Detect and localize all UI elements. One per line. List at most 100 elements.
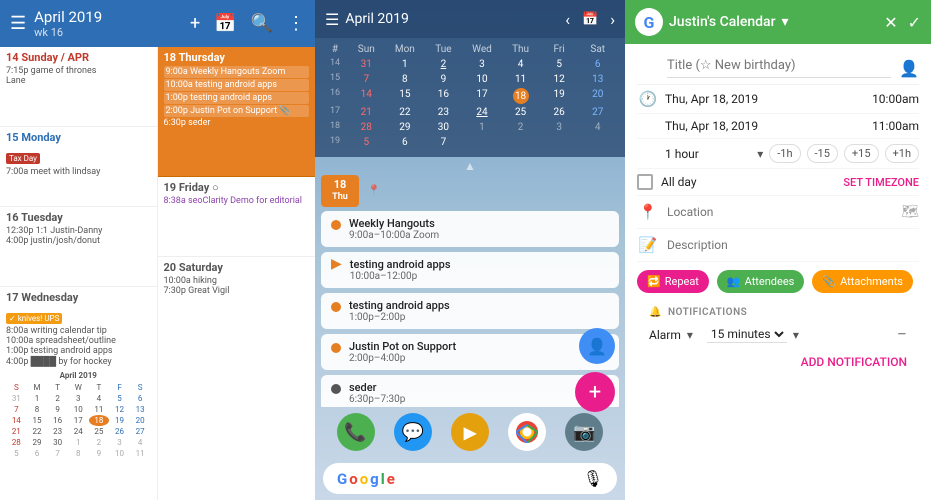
event-dot-4 <box>331 343 341 353</box>
menu-icon[interactable]: ☰ <box>10 13 26 34</box>
mid-header: ☰ April 2019 ‹ 📅 › <box>315 0 625 38</box>
fab-buttons: 👤 + <box>575 328 615 412</box>
right-panel: G Justin's Calendar ▾ ✕ ✓ 👤 🕐 Thu, Apr 1… <box>625 0 931 500</box>
plus-1h-button[interactable]: +1h <box>885 144 919 163</box>
messages-app-icon[interactable]: 💬 <box>394 413 432 451</box>
person-icon: 👤 <box>899 59 919 78</box>
month-week-18: 18 28 29 30 1 2 3 4 <box>323 121 617 134</box>
event-dot-5 <box>331 384 341 394</box>
day-19-event-1: 8:38a seoClarity Demo for editorial <box>164 196 310 206</box>
location-icon: 📍 <box>637 203 659 221</box>
location-pin: 📍 <box>367 184 619 197</box>
event-card-2[interactable]: ▶ testing android apps 10:00a–12:00p <box>321 252 619 288</box>
phone-app-icon[interactable]: 📞 <box>337 413 375 451</box>
title-input[interactable] <box>667 58 891 78</box>
search-bar[interactable]: G o o g l e 🎙 <box>323 463 617 494</box>
alarm-dropdown-icon[interactable]: ▾ <box>687 328 693 342</box>
location-row: 📍 🗺 <box>637 196 919 229</box>
location-input[interactable] <box>667 205 893 219</box>
left-header-sub: wk 16 <box>34 26 102 39</box>
end-time[interactable]: 11:00am <box>872 119 919 133</box>
attendees-icon: 👥 <box>727 275 741 288</box>
mini-cal-grid: SMTWTFS 31123456 78910111213 14151617181… <box>6 382 151 459</box>
description-input[interactable] <box>667 238 919 252</box>
search-button[interactable]: 🔍 <box>251 13 273 34</box>
google-assistant-icon[interactable]: 🎙 <box>583 469 603 488</box>
day-thursday[interactable]: 18 Thursday 9:00a Weekly Hangouts Zoom 1… <box>158 47 316 177</box>
month-week-16: 16 14 15 16 17 18 19 20 <box>323 88 617 104</box>
calendar-chevron-icon[interactable]: ▾ <box>782 14 789 30</box>
day-18-event-1: 9:00a Weekly Hangouts Zoom <box>164 66 310 78</box>
week-grid: 14 Sunday / APR 7:15p game of thrones La… <box>0 47 315 500</box>
start-time[interactable]: 10:00am <box>872 92 919 106</box>
attendees-button[interactable]: 👥 Attendees <box>717 270 804 293</box>
fab-add-button[interactable]: + <box>575 372 615 412</box>
collapse-handle[interactable]: ▲ <box>321 157 619 175</box>
event-card-1[interactable]: Weekly Hangouts 9:00a–10:00a Zoom <box>321 211 619 247</box>
day-saturday[interactable]: 20 Saturday 10:00a hiking 7:30p Great Vi… <box>158 257 316 500</box>
remove-alarm-button[interactable]: − <box>897 324 907 345</box>
plex-app-icon[interactable]: ▶ <box>451 413 489 451</box>
attendees-label: Attendees <box>745 275 795 288</box>
left-panel: ☰ April 2019 wk 16 + 📅 🔍 ⋮ 14 Sunday / A… <box>0 0 315 500</box>
end-datetime-row: Thu, Apr 18, 2019 11:00am <box>637 114 919 139</box>
more-options-button[interactable]: ⋮ <box>287 13 305 34</box>
map-icon: 🗺 <box>901 204 919 220</box>
close-button[interactable]: ✕ <box>884 13 897 32</box>
allday-row: All day SET TIMEZONE <box>637 169 919 196</box>
alarm-label: Alarm <box>649 328 681 342</box>
chrome-app-icon[interactable] <box>508 413 546 451</box>
duration-row: 1 hour ▾ -1h -15 +15 +1h <box>637 139 919 169</box>
duration-dropdown-icon[interactable]: ▾ <box>757 147 763 161</box>
alarm-time-select[interactable]: 15 minutes 30 minutes 1 hour <box>707 326 787 343</box>
event-card-3-title: testing android apps <box>349 299 450 312</box>
mini-cal-title: April 2019 <box>6 371 151 380</box>
day-monday[interactable]: 15 Monday Tax Day 7:00a meet with lindsa… <box>0 127 157 207</box>
app-icons-row: 📞 💬 ▶ 📷 <box>315 407 625 457</box>
end-date[interactable]: Thu, Apr 18, 2019 <box>665 119 758 133</box>
alarm-time-dropdown[interactable]: ▾ <box>793 328 799 342</box>
day-18-event-3: 1:00p testing android apps <box>164 92 310 104</box>
day-friday[interactable]: 19 Friday ○ 8:38a seoClarity Demo for ed… <box>158 177 316 257</box>
day-14-event-2: Lane <box>6 76 151 86</box>
day-tuesday[interactable]: 16 Tuesday 12:30p 1:1 Justin-Danny 4:00p… <box>0 207 157 287</box>
day-17-event-1: 8:00a writing calendar tip <box>6 326 151 336</box>
day-20-label: 20 Saturday <box>164 261 310 274</box>
timezone-button[interactable]: SET TIMEZONE <box>843 176 919 189</box>
right-header: G Justin's Calendar ▾ ✕ ✓ <box>625 0 931 44</box>
minus-15-button[interactable]: -15 <box>807 144 838 163</box>
event-card-3[interactable]: testing android apps 1:00p–2:00p <box>321 293 619 329</box>
camera-app-icon[interactable]: 📷 <box>565 413 603 451</box>
left-header-left: ☰ April 2019 wk 16 <box>10 8 102 39</box>
mid-menu-icon[interactable]: ☰ <box>325 10 339 29</box>
bell-icon: 🔔 <box>649 307 662 318</box>
plus-15-button[interactable]: +15 <box>844 144 879 163</box>
mid-prev-icon[interactable]: ‹ <box>565 10 570 29</box>
notifications-section: 🔔 NOTIFICATIONS Alarm ▾ 15 minutes 30 mi… <box>637 301 919 381</box>
event-dot-1 <box>331 220 341 230</box>
mid-next-icon[interactable]: › <box>610 10 615 29</box>
middle-panel: ☰ April 2019 ‹ 📅 › # Sun Mon Tue Wed Thu… <box>315 0 625 500</box>
calendar-view-button[interactable]: 📅 <box>214 13 236 34</box>
left-col-2: 18 Thursday 9:00a Weekly Hangouts Zoom 1… <box>158 47 316 500</box>
start-datetime-row: 🕐 Thu, Apr 18, 2019 10:00am <box>637 85 919 114</box>
alarm-row: Alarm ▾ 15 minutes 30 minutes 1 hour ▾ − <box>649 324 907 345</box>
add-event-button[interactable]: + <box>190 13 200 34</box>
mid-cal-icon[interactable]: 📅 <box>582 12 598 27</box>
day-wednesday[interactable]: 17 Wednesday ✓ knives! UPS 8:00a writing… <box>0 287 157 500</box>
day-17-knives: ✓ knives! UPS <box>6 306 151 325</box>
minus-1h-button[interactable]: -1h <box>769 144 800 163</box>
day-sunday[interactable]: 14 Sunday / APR 7:15p game of thrones La… <box>0 47 157 127</box>
month-grid: # Sun Mon Tue Wed Thu Fri Sat 14 31 1 2 … <box>315 38 625 157</box>
repeat-button[interactable]: 🔁 Repeat <box>637 270 709 293</box>
allday-checkbox[interactable] <box>637 174 653 190</box>
notifications-label: NOTIFICATIONS <box>668 307 747 318</box>
attachments-button[interactable]: 📎 Attachments <box>812 270 913 293</box>
add-notification-button[interactable]: ADD NOTIFICATION <box>649 349 907 375</box>
save-button[interactable]: ✓ <box>908 13 921 32</box>
day-14-label: 14 Sunday / APR <box>6 51 151 64</box>
fab-person-button[interactable]: 👤 <box>579 328 615 364</box>
event-arrow-2: ▶ <box>331 256 342 272</box>
day-16-event-2: 4:00p justin/josh/donut <box>6 236 151 246</box>
start-date[interactable]: Thu, Apr 18, 2019 <box>665 92 758 106</box>
